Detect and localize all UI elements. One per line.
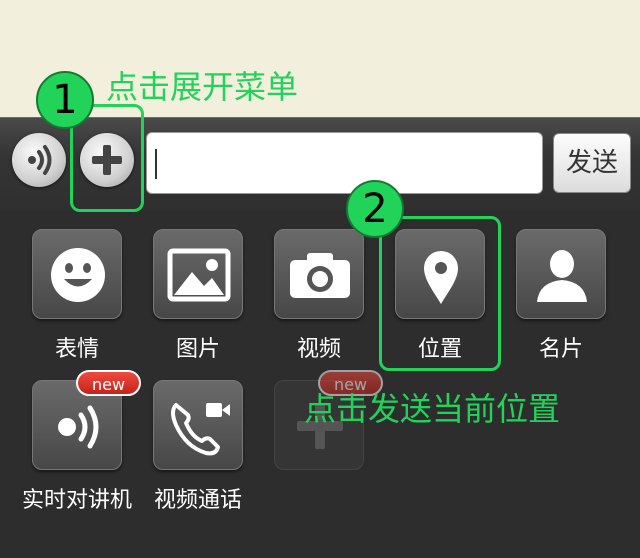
step-1-annotation: 点击展开菜单 [106, 68, 299, 106]
page-background [0, 0, 640, 117]
contact-card-tile[interactable] [516, 229, 606, 319]
video-label: 视频 [296, 337, 341, 362]
walkie-talkie-label: 实时对讲机 [21, 488, 132, 513]
step-1-marker: 1 [36, 71, 94, 129]
text-caret [155, 149, 157, 179]
image-tile[interactable] [153, 229, 243, 319]
message-input[interactable] [146, 132, 543, 194]
video-call-label: 视频通话 [153, 488, 242, 513]
highlight-box-location [379, 216, 501, 371]
emoji-label: 表情 [54, 337, 99, 362]
video-call-tile[interactable] [153, 380, 243, 470]
step-2-marker: 2 [346, 180, 404, 238]
voice-wave-icon [28, 145, 52, 175]
step-2-annotation: 点击发送当前位置 [304, 390, 561, 428]
voice-button[interactable] [12, 133, 66, 187]
send-button[interactable]: 发送 [553, 133, 631, 193]
image-icon [167, 248, 231, 302]
video-tile[interactable] [274, 229, 364, 319]
video-call-icon [171, 403, 230, 456]
image-label: 图片 [175, 337, 220, 362]
contact-card-label: 名片 [538, 337, 583, 362]
camera-icon [290, 253, 350, 298]
contact-card-icon [537, 250, 587, 302]
emoji-tile[interactable] [32, 229, 122, 319]
smiley-icon [51, 248, 105, 302]
new-badge: new [76, 370, 142, 396]
